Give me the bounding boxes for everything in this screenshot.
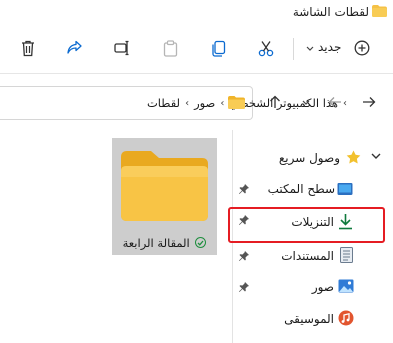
recent-locations-button[interactable] (297, 93, 315, 111)
nav-item-desktop[interactable]: سطح المكتب (268, 182, 335, 196)
rename-button[interactable] (110, 36, 134, 60)
folder-large-icon (121, 151, 208, 221)
pictures-icon (338, 279, 354, 293)
folder-name: المقالة الرابعة (122, 236, 190, 250)
copy-icon (211, 40, 225, 57)
breadcrumb-pictures[interactable]: صور (194, 96, 215, 110)
arrow-left-icon (328, 97, 341, 107)
copy-button[interactable] (206, 36, 230, 60)
nav-item-downloads[interactable]: التنزيلات (291, 215, 334, 229)
crumb-separator: › (185, 97, 190, 109)
cut-button[interactable] (254, 36, 278, 60)
delete-button[interactable] (16, 36, 40, 60)
clipboard-icon (163, 39, 177, 57)
nav-item-pictures[interactable]: صور (312, 280, 334, 294)
folder-icon (228, 96, 245, 109)
breadcrumb-screenshots[interactable]: لقطات (147, 96, 180, 110)
nav-item-documents[interactable]: المستندات (281, 249, 334, 263)
sync-status-icon (195, 237, 207, 248)
rename-icon (113, 40, 128, 56)
forward-button[interactable] (326, 93, 344, 111)
up-button[interactable] (266, 93, 284, 111)
pin-icon[interactable] (238, 214, 250, 226)
scissors-icon (258, 40, 274, 56)
arrow-right-icon (363, 97, 376, 107)
pin-icon[interactable] (238, 250, 250, 262)
pin-icon[interactable] (238, 183, 250, 195)
plus-circle-icon (354, 40, 370, 56)
nav-item-music[interactable]: الموسيقى (284, 312, 334, 326)
new-button-label: جديد (318, 40, 342, 54)
window-title: لقطات الشاشة (292, 5, 369, 19)
folder-icon (372, 5, 387, 17)
nav-quick-access[interactable]: وصول سريع (279, 151, 340, 165)
back-button[interactable] (360, 93, 378, 111)
paste-button[interactable] (158, 36, 182, 60)
share-button[interactable] (62, 36, 86, 60)
crumb-separator: › (220, 97, 225, 109)
toolbar-separator (293, 38, 294, 60)
folder-item-label: المقالة الرابعة (112, 236, 217, 250)
chevron-down-icon (306, 46, 314, 51)
chevron-down-icon (302, 100, 310, 105)
music-icon (338, 310, 354, 326)
trash-icon (22, 40, 34, 56)
document-icon (340, 247, 353, 263)
share-icon (66, 40, 82, 54)
star-icon (346, 150, 361, 164)
chevron-down-icon[interactable] (371, 153, 381, 160)
breadcrumb: › هذا الكمبيوتر الشخصي › صور › لقطات (147, 96, 347, 110)
new-button[interactable]: جديد (304, 36, 374, 60)
download-icon (339, 214, 352, 230)
pin-icon[interactable] (238, 281, 250, 293)
arrow-up-icon (270, 95, 280, 108)
desktop-icon (337, 183, 353, 195)
